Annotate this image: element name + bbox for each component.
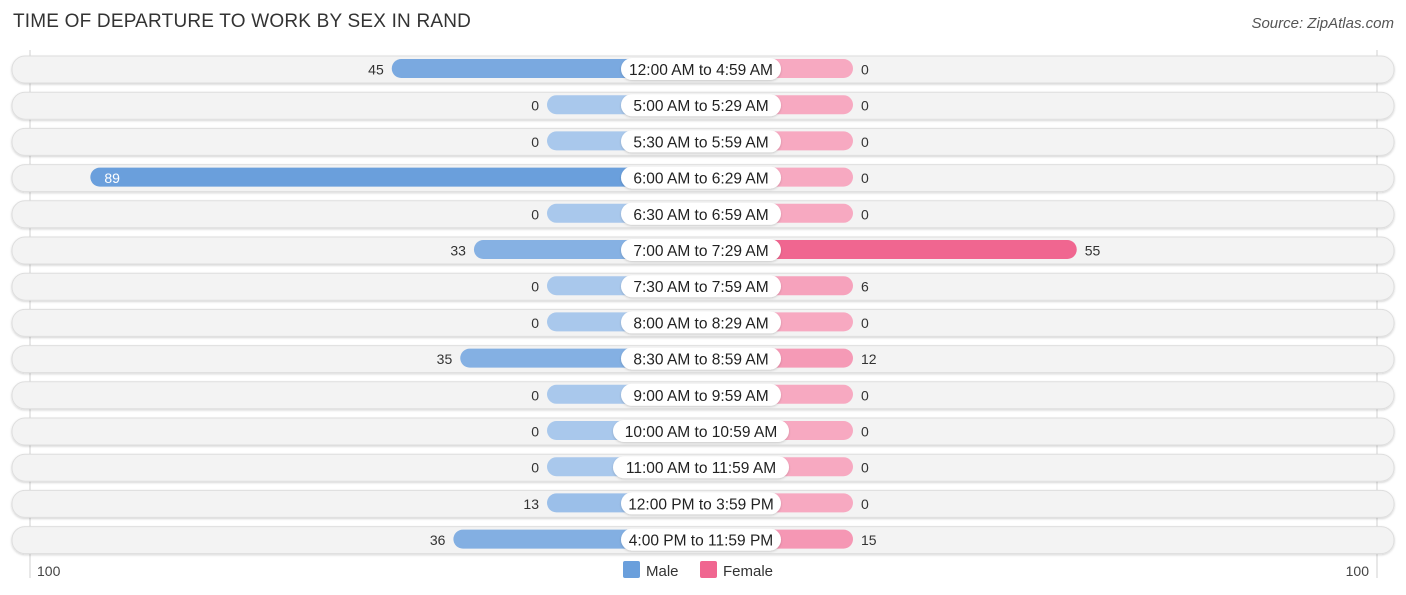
female-value-label: 0: [861, 496, 869, 512]
chart-row: 12:00 AM to 4:59 AM 45 0: [11, 55, 1395, 84]
diverging-bar-chart: 12:00 AM to 4:59 AM45 05:00 AM to 5:29 AM…: [11, 50, 1395, 580]
axis-label-right: 100: [1346, 563, 1370, 579]
female-value-label: 6: [861, 279, 869, 295]
female-value-label: 0: [861, 315, 869, 331]
legend-label-male: Male: [646, 563, 679, 580]
male-value-label: 45: [368, 62, 384, 78]
male-value-label: 0: [531, 424, 539, 440]
female-value-label: 12: [861, 351, 877, 367]
male-value-label: 33: [450, 243, 466, 259]
category-label: 11:00 AM to 11:59 AM: [626, 460, 776, 477]
male-value-label: 0: [531, 460, 539, 476]
female-value-label: 0: [861, 170, 869, 186]
chart-row: 11:00 AM to 11:59 AM 0 0: [11, 453, 1395, 482]
category-label: 8:00 AM to 8:29 AM: [633, 315, 768, 332]
chart-row: 7:30 AM to 7:59 AM 0 6: [11, 272, 1395, 301]
chart-row: 8:30 AM to 8:59 AM 35 12: [11, 345, 1395, 374]
male-value-label: 0: [531, 206, 539, 222]
male-value-label: 89: [104, 170, 120, 186]
category-label: 7:00 AM to 7:29 AM: [633, 243, 768, 260]
chart-row: 9:00 AM to 9:59 AM 0 0: [11, 381, 1395, 410]
female-value-label: 0: [861, 62, 869, 78]
female-value-label: 0: [861, 98, 869, 114]
chart-row: 5:00 AM to 5:29 AM 0 0: [11, 91, 1395, 120]
category-label: 10:00 AM to 10:59 AM: [625, 424, 778, 441]
female-value-label: 0: [861, 424, 869, 440]
male-value-label: 0: [531, 387, 539, 403]
category-label: 6:30 AM to 6:59 AM: [633, 207, 768, 224]
category-label: 4:00 PM to 11:59 PM: [629, 533, 773, 550]
male-value-label: 36: [430, 532, 446, 548]
category-label: 9:00 AM to 9:59 AM: [633, 388, 768, 405]
category-label: 12:00 AM to 4:59 AM: [629, 62, 773, 79]
category-label: 6:00 AM to 6:29 AM: [633, 171, 768, 188]
female-value-label: 0: [861, 460, 869, 476]
chart-row: 6:30 AM to 6:59 AM 0 0: [11, 200, 1395, 229]
male-value-label: 0: [531, 279, 539, 295]
female-value-label: 15: [861, 532, 877, 548]
category-label: 7:30 AM to 7:59 AM: [633, 279, 768, 296]
chart-row: 12:00 PM to 3:59 PM 13 0: [11, 489, 1395, 518]
male-bar: [90, 167, 701, 187]
category-label: 5:00 AM to 5:29 AM: [633, 98, 768, 115]
legend-swatch-female: [700, 561, 717, 578]
male-value-label: 13: [523, 496, 539, 512]
legend: Male Female: [623, 561, 773, 580]
female-value-label: 0: [861, 206, 869, 222]
male-value-label: 0: [531, 98, 539, 114]
chart-row: 8:00 AM to 8:29 AM 0 0: [11, 308, 1395, 337]
female-value-label: 0: [861, 387, 869, 403]
male-value-label: 0: [531, 315, 539, 331]
category-label: 12:00 PM to 3:59 PM: [628, 496, 774, 513]
chart-row: 6:00 AM to 6:29 AM 89 0: [11, 164, 1395, 193]
chart-row: 10:00 AM to 10:59 AM 0 0: [11, 417, 1395, 446]
category-label: 8:30 AM to 8:59 AM: [633, 352, 768, 369]
legend-label-female: Female: [723, 563, 773, 580]
female-value-label: 55: [1085, 243, 1101, 259]
axis-label-left: 100: [37, 563, 61, 579]
legend-swatch-male: [623, 561, 640, 578]
male-value-label: 35: [437, 351, 453, 367]
male-value-label: 0: [531, 134, 539, 150]
chart-row: 4:00 PM to 11:59 PM 36 15: [11, 526, 1395, 555]
chart-row: 5:30 AM to 5:59 AM 0 0: [11, 127, 1395, 156]
chart-row: 7:00 AM to 7:29 AM 33 55: [11, 236, 1395, 265]
category-label: 5:30 AM to 5:59 AM: [633, 134, 768, 151]
female-value-label: 0: [861, 134, 869, 150]
